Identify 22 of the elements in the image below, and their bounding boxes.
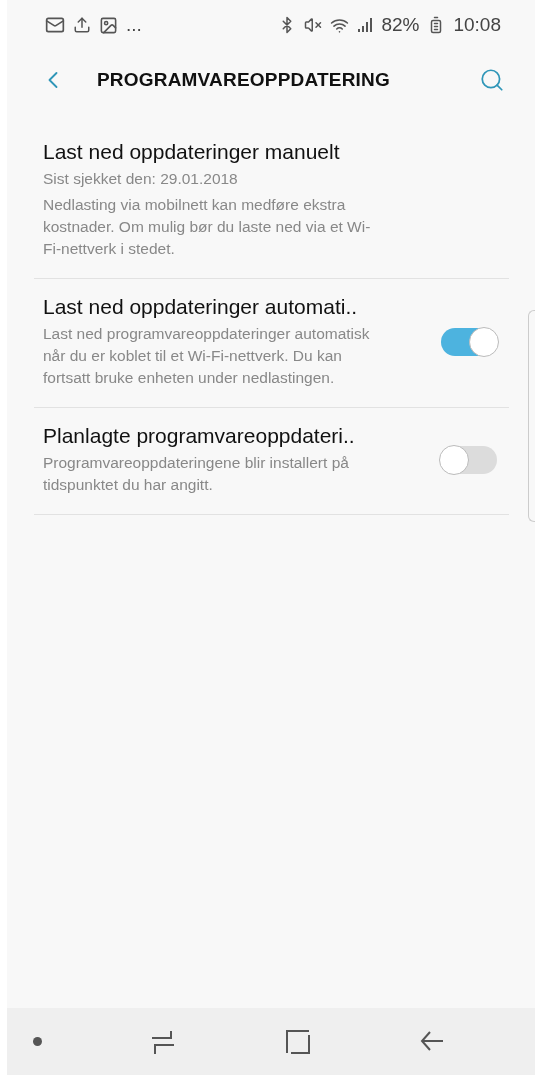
clock: 10:08	[453, 14, 501, 36]
setting-subtitle: Sist sjekket den: 29.01.2018	[43, 169, 239, 189]
setting-description: Programvareoppdateringene blir installert på tidspunktet du har angitt.	[43, 453, 350, 495]
setting-description: Last ned programvareoppdateringer automatisk når du er koblet til et Wi-Fi-nettverk. Du kan fortsatt bruke enheten under nedlastingen.	[43, 324, 371, 388]
battery-percent: 82%	[381, 14, 420, 36]
mute-icon	[304, 16, 323, 34]
more-notifications: ...	[126, 14, 142, 36]
mail-icon	[45, 15, 65, 35]
setting-title[interactable]: Last ned oppdateringer manuelt	[43, 140, 509, 164]
upload-icon	[73, 16, 91, 34]
edge-panel-handle[interactable]	[528, 310, 535, 522]
screen-title: PROGRAMVAREOPPDATERING	[97, 69, 391, 91]
setting-title[interactable]: Last ned oppdateringer automati..	[43, 295, 431, 319]
setting-description: Nedlasting via mobilnett kan medføre ekstra kostnader. Om mulig bør du laste ned via et Wi-Fi-nettverk i stedet.	[43, 195, 372, 259]
toggle-switch[interactable]	[441, 328, 497, 356]
home-icon[interactable]	[284, 1028, 311, 1055]
dot-icon[interactable]	[33, 1037, 42, 1046]
toggle-switch[interactable]	[441, 446, 497, 474]
search-button[interactable]	[479, 67, 505, 93]
image-icon	[99, 15, 118, 35]
signal-icon	[357, 17, 374, 33]
setting-title[interactable]: Planlagte programvareoppdateri..	[43, 424, 431, 448]
